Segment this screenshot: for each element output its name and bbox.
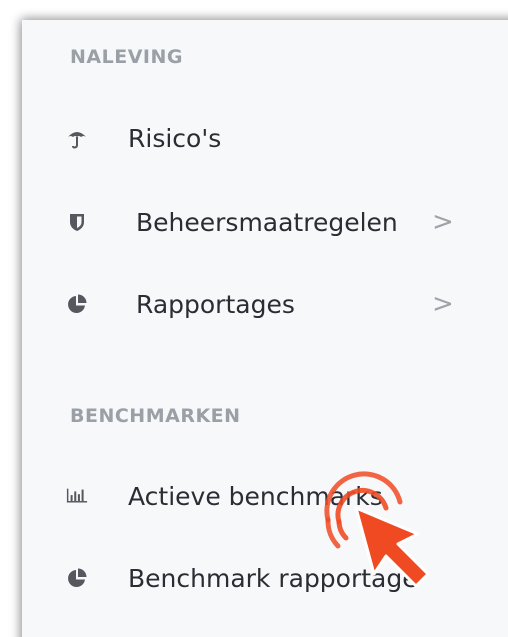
sidebar-item-actieve-benchmarks[interactable]: Actieve benchmarks (66, 474, 466, 518)
chevron-right-icon: > (432, 289, 454, 319)
shield-icon (66, 211, 88, 233)
sidebar-item-benchmark-rapportage[interactable]: Benchmark rapportage (66, 556, 466, 600)
umbrella-icon (66, 127, 88, 149)
sidebar-item-beheersmaatregelen[interactable]: Beheersmaatregelen > (66, 200, 466, 244)
pie-chart-icon (66, 567, 88, 589)
sidebar-item-label: Rapportages (136, 289, 295, 319)
sidebar-item-rapportages[interactable]: Rapportages > (66, 282, 466, 326)
bar-chart-icon (66, 485, 88, 507)
pie-chart-icon (66, 293, 88, 315)
chevron-right-icon: > (432, 207, 454, 237)
sidebar-panel (22, 20, 508, 637)
section-title-benchmarken: BENCHMARKEN (70, 405, 241, 427)
sidebar-item-label: Beheersmaatregelen (136, 207, 398, 237)
section-title-naleving: NALEVING (70, 46, 183, 68)
sidebar-item-label: Benchmark rapportage (128, 563, 418, 593)
sidebar-item-risicos[interactable]: Risico's (66, 116, 466, 160)
screenshot-stage: NALEVING Risico's Beheersmaatregelen > R… (0, 0, 508, 637)
sidebar-item-label: Risico's (128, 123, 222, 153)
sidebar-item-label: Actieve benchmarks (128, 481, 383, 511)
